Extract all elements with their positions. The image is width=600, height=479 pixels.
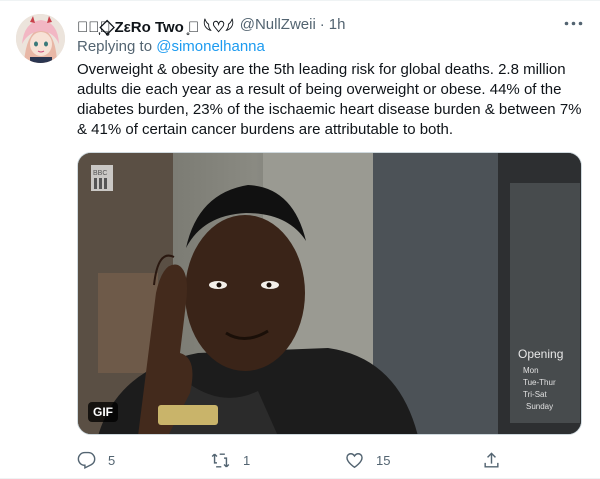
reply-count: 5	[108, 452, 116, 468]
replying-to-label: Replying to	[77, 38, 157, 55]
media-gif[interactable]: BBC Opening Mon Tue-Thur Tri-Sat Sunday …	[77, 152, 582, 435]
like-button[interactable]: 15	[345, 451, 390, 470]
reply-icon	[77, 451, 96, 469]
more-options-icon[interactable]	[562, 13, 584, 33]
share-button[interactable]	[482, 451, 501, 470]
retweet-button[interactable]: 1	[210, 451, 250, 470]
reply-button[interactable]: 5	[77, 451, 115, 470]
svg-text:Tri-Sat: Tri-Sat	[523, 390, 547, 399]
svg-text:BBC: BBC	[93, 170, 107, 177]
share-icon	[484, 451, 499, 468]
heart-icon	[346, 452, 363, 468]
mention-link[interactable]: @simonelhanna	[156, 38, 265, 55]
handle[interactable]: @NullZweii	[240, 16, 316, 33]
bbc-three-logo-icon: BBC	[91, 165, 113, 191]
svg-text:Opening: Opening	[518, 347, 563, 361]
replying-to: Replying to @simonelhanna	[77, 38, 265, 55]
avatar[interactable]	[16, 14, 65, 63]
separator-dot: ·	[319, 15, 325, 33]
svg-text:Mon: Mon	[523, 366, 539, 375]
retweet-icon	[211, 452, 230, 468]
display-name[interactable]: ⸙͎۪۫ ̥⃟ZεRo Two ̥⃟ 𓆩♡𓆪	[77, 12, 234, 37]
retweet-count: 1	[243, 452, 251, 468]
svg-text:Tue-Thur: Tue-Thur	[523, 378, 556, 387]
tweet[interactable]: ⸙͎۪۫ ̥⃟ZεRo Two ̥⃟ 𓆩♡𓆪 @NullZweii · 1h R…	[0, 0, 600, 479]
like-count: 15	[376, 452, 391, 468]
svg-text:Sunday: Sunday	[526, 402, 553, 411]
tweet-text: Overweight & obesity are the 5th leading…	[77, 61, 582, 138]
timestamp[interactable]: 1h	[329, 16, 346, 33]
gif-frame: BBC Opening Mon Tue-Thur Tri-Sat Sunday	[78, 153, 581, 434]
action-bar: 5 1 15	[77, 448, 507, 472]
tweet-header: ⸙͎۪۫ ̥⃟ZεRo Two ̥⃟ 𓆩♡𓆪 @NullZweii · 1h	[77, 12, 584, 37]
gif-badge: GIF	[88, 402, 118, 422]
